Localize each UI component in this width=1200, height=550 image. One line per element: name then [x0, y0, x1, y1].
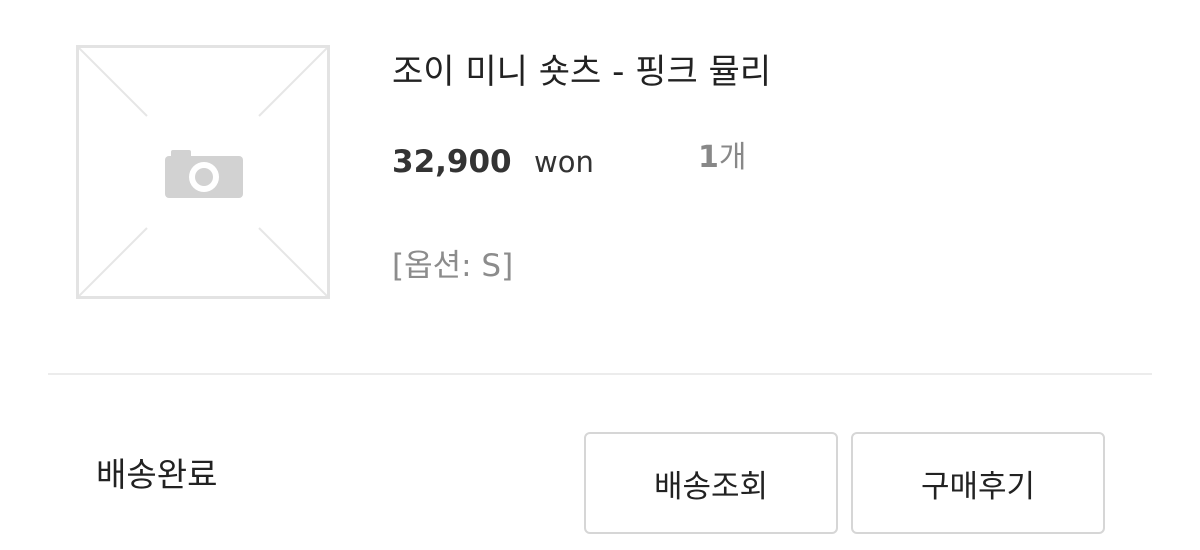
product-option: [옵션: S]: [392, 248, 514, 284]
quantity-number: 1: [698, 140, 719, 175]
delivery-status: 배송완료: [96, 455, 218, 494]
price-currency: won: [534, 145, 594, 179]
quantity-unit: 개: [718, 140, 747, 175]
track-delivery-button[interactable]: 배송조회: [584, 432, 838, 534]
camera-icon: [165, 150, 243, 198]
product-thumbnail[interactable]: [76, 45, 330, 299]
image-placeholder-icon: [79, 48, 327, 296]
write-review-button[interactable]: 구매후기: [851, 432, 1105, 534]
quantity: 1개: [698, 136, 746, 180]
price-amount: 32,900: [392, 144, 512, 180]
divider: [48, 373, 1152, 375]
order-item: 조이 미니 숏츠 - 핑크 뮬리 32,900 won 1개 [옵션: S] 배…: [0, 0, 1200, 550]
product-title[interactable]: 조이 미니 숏츠 - 핑크 뮬리: [392, 50, 771, 94]
